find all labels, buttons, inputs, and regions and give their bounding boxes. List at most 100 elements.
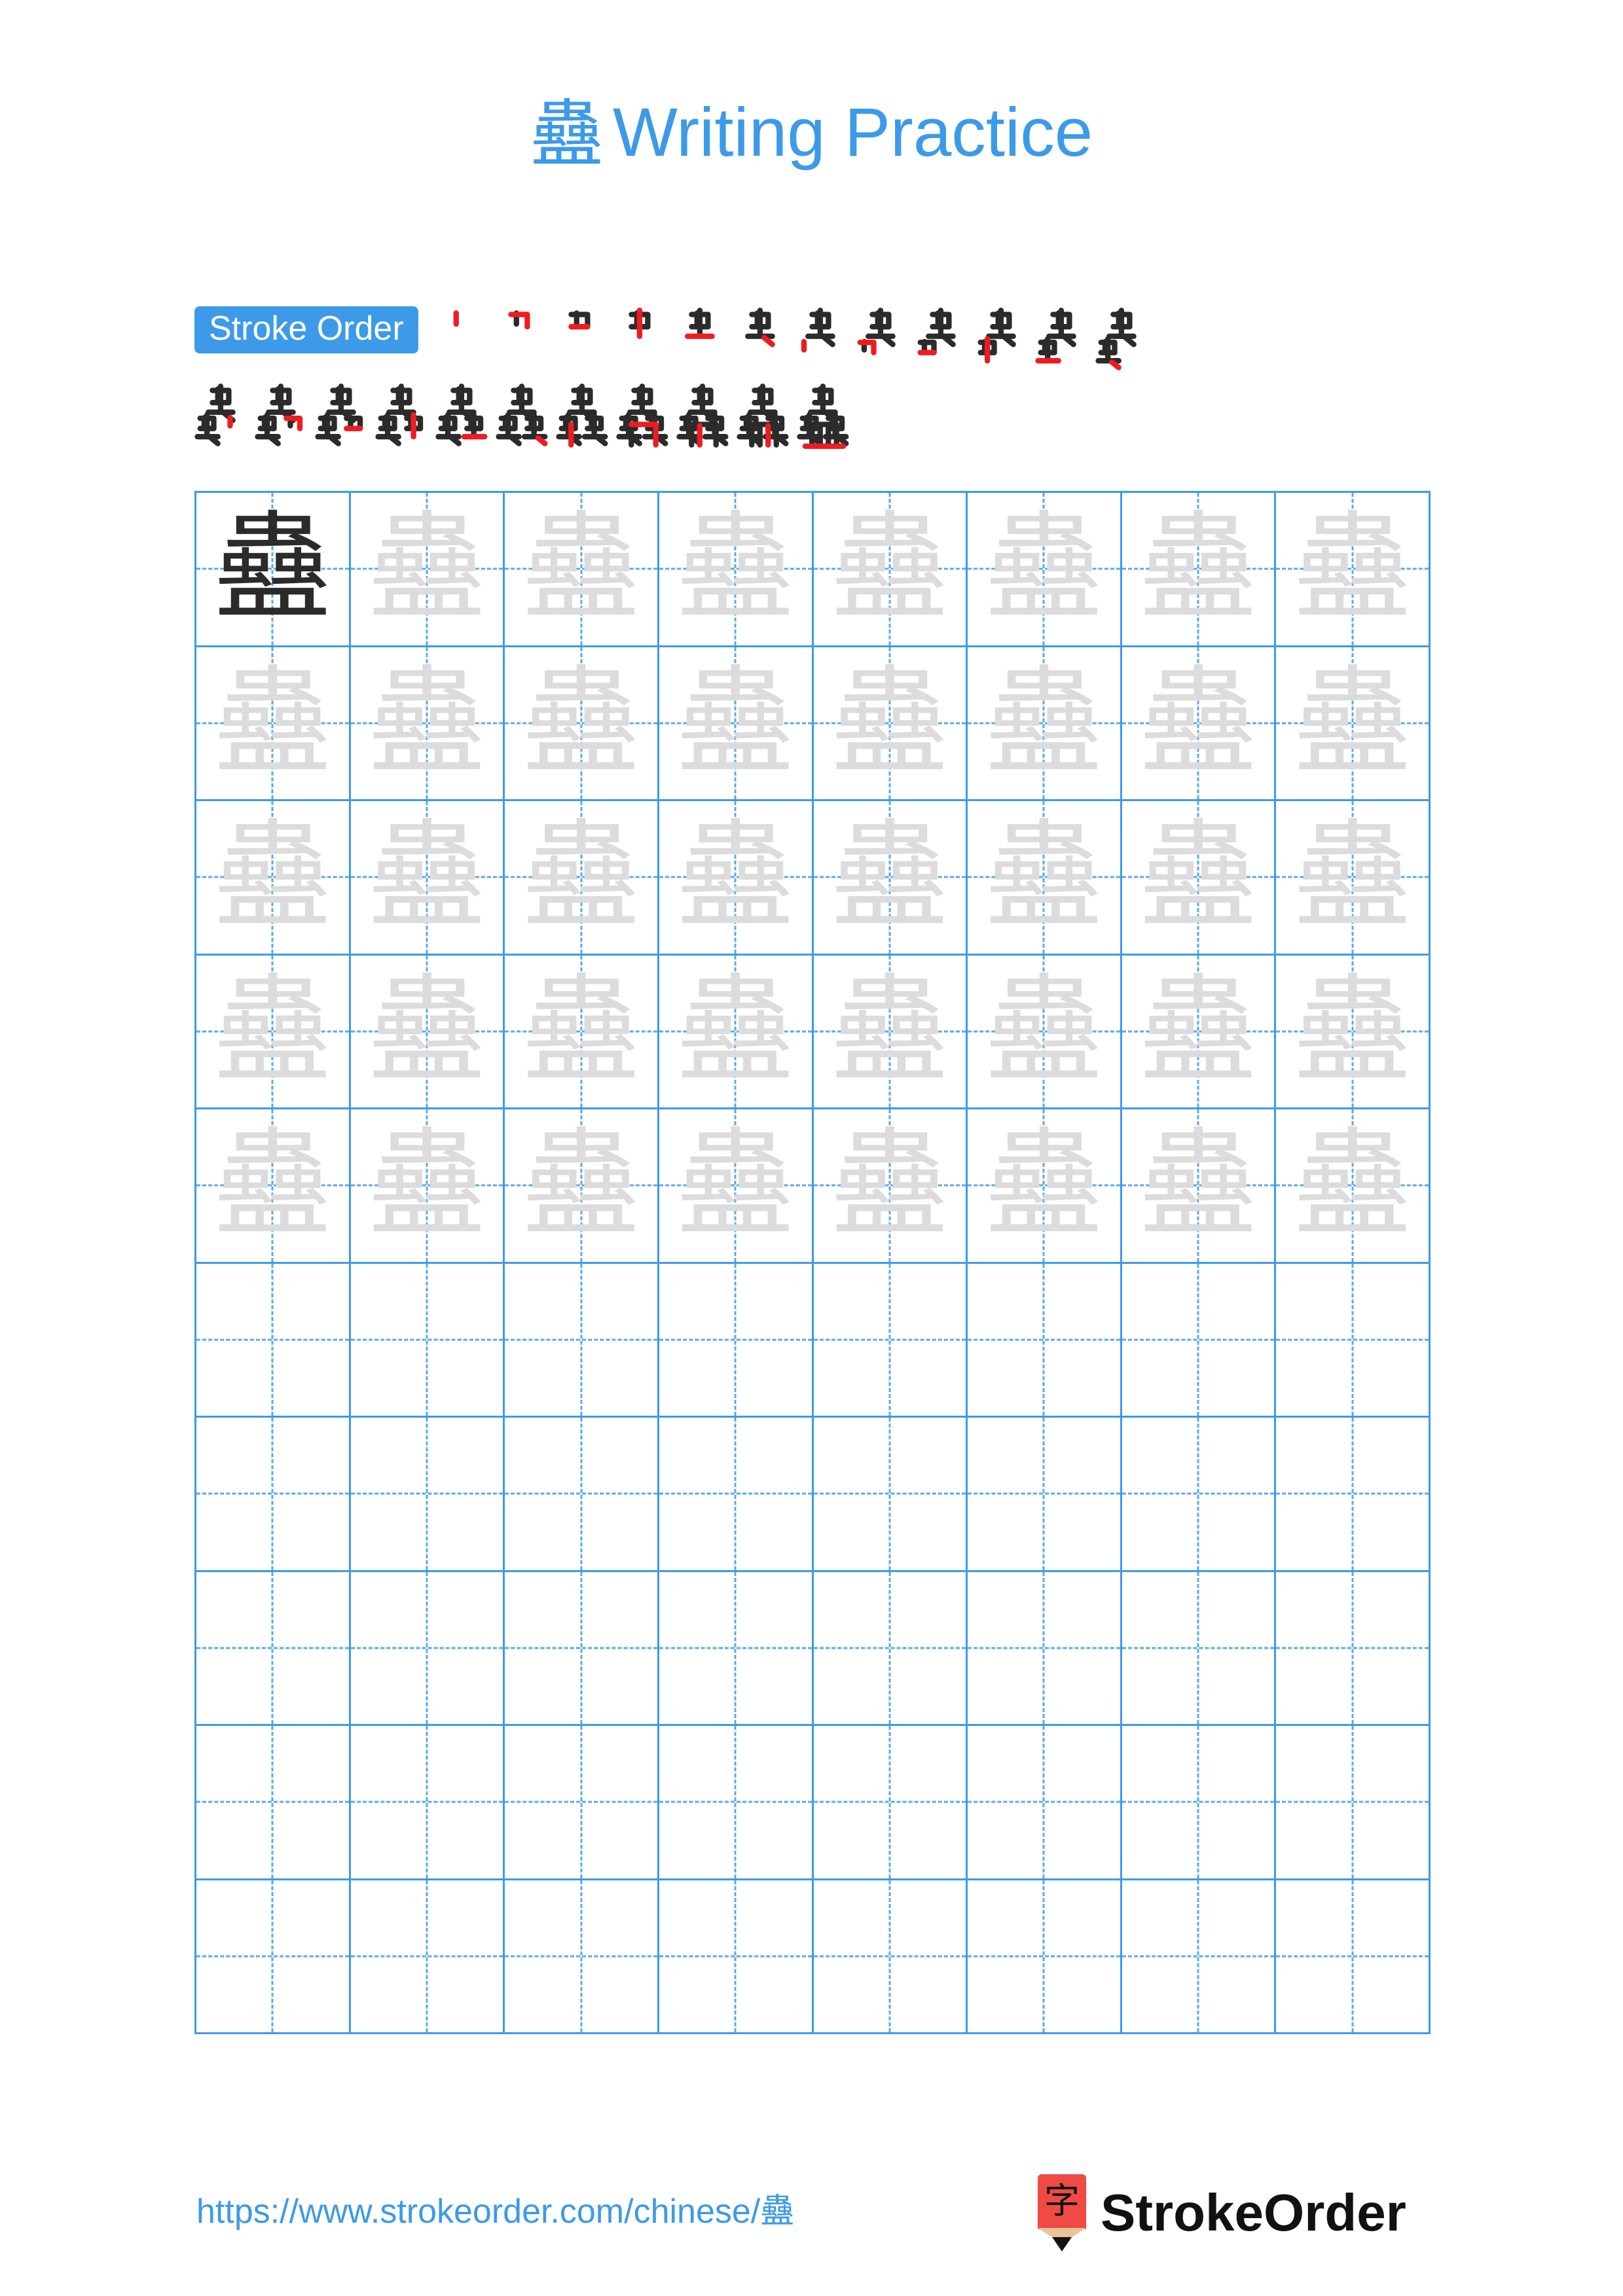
practice-cell-character [1122, 1264, 1275, 1416]
practice-cell-r1-c7[interactable]: 蠱 [1122, 493, 1277, 647]
practice-cell-r7-c5[interactable] [813, 1418, 968, 1572]
practice-cell-r7-c8[interactable] [1276, 1418, 1431, 1572]
practice-cell-r5-c8[interactable]: 蠱 [1276, 1109, 1431, 1264]
source-url-link[interactable]: https://www.strokeorder.com/chinese/蠱 [196, 2183, 794, 2233]
practice-cell-r7-c2[interactable] [350, 1418, 505, 1572]
practice-cell-r5-c7[interactable]: 蠱 [1122, 1109, 1277, 1264]
practice-cell-r1-c5[interactable]: 蠱 [813, 493, 968, 647]
practice-cell-r4-c6[interactable]: 蠱 [968, 955, 1122, 1109]
practice-cell-r9-c2[interactable] [350, 1726, 505, 1880]
practice-cell-r10-c5[interactable] [813, 1880, 968, 2034]
practice-cell-r8-c2[interactable] [350, 1571, 505, 1726]
practice-cell-r6-c1[interactable] [196, 1263, 351, 1418]
practice-cell-r8-c7[interactable] [1122, 1571, 1277, 1726]
practice-cell-r5-c2[interactable]: 蠱 [350, 1109, 505, 1264]
practice-cell-r1-c4[interactable]: 蠱 [659, 493, 814, 647]
practice-cell-r1-c1[interactable]: 蠱 [196, 493, 351, 647]
practice-cell-character [814, 1418, 966, 1570]
practice-cell-r4-c7[interactable]: 蠱 [1122, 955, 1277, 1109]
practice-cell-r3-c3[interactable]: 蠱 [505, 801, 659, 956]
practice-cell-r3-c6[interactable]: 蠱 [968, 801, 1122, 956]
practice-cell-character [968, 1418, 1120, 1570]
practice-cell-r3-c5[interactable]: 蠱 [813, 801, 968, 956]
practice-cell-r6-c5[interactable] [813, 1263, 968, 1418]
practice-cell-r6-c4[interactable] [659, 1263, 814, 1418]
practice-cell-r2-c3[interactable]: 蠱 [505, 647, 659, 801]
practice-cell-r1-c6[interactable]: 蠱 [968, 493, 1122, 647]
practice-cell-r10-c8[interactable] [1276, 1880, 1431, 2034]
brand-name: StrokeOrder [1101, 2183, 1406, 2242]
practice-cell-r7-c3[interactable] [505, 1418, 659, 1572]
practice-cell-r5-c5[interactable]: 蠱 [813, 1109, 968, 1264]
practice-cell-r9-c1[interactable] [196, 1726, 351, 1880]
practice-cell-character [1122, 1418, 1275, 1570]
practice-cell-r9-c6[interactable] [968, 1726, 1122, 1880]
practice-cell-r2-c7[interactable]: 蠱 [1122, 647, 1277, 801]
practice-cell-r10-c7[interactable] [1122, 1880, 1277, 2034]
practice-cell-r6-c7[interactable] [1122, 1263, 1277, 1418]
practice-cell-r4-c5[interactable]: 蠱 [813, 955, 968, 1109]
practice-cell-r1-c8[interactable]: 蠱 [1276, 493, 1431, 647]
practice-cell-r9-c4[interactable] [659, 1726, 814, 1880]
stroke-step-17 [435, 382, 490, 450]
practice-cell-r7-c4[interactable] [659, 1418, 814, 1572]
practice-cell-r8-c3[interactable] [505, 1571, 659, 1726]
practice-cell-r2-c2[interactable]: 蠱 [350, 647, 505, 801]
practice-cell-r4-c1[interactable]: 蠱 [196, 955, 351, 1109]
practice-cell-r10-c1[interactable] [196, 1880, 351, 2034]
practice-cell-r3-c2[interactable]: 蠱 [350, 801, 505, 956]
page-footer: https://www.strokeorder.com/chinese/蠱 字 … [0, 2174, 1623, 2258]
practice-cell-r8-c8[interactable] [1276, 1571, 1431, 1726]
practice-cell-r9-c5[interactable] [813, 1726, 968, 1880]
practice-cell-r7-c7[interactable] [1122, 1418, 1277, 1572]
practice-cell-r6-c2[interactable] [350, 1263, 505, 1418]
practice-cell-r3-c4[interactable]: 蠱 [659, 801, 814, 956]
practice-cell-r3-c1[interactable]: 蠱 [196, 801, 351, 956]
practice-cell-r4-c2[interactable]: 蠱 [350, 955, 505, 1109]
stroke-step-5 [674, 306, 729, 374]
pencil-icon-character: 字 [1044, 2180, 1080, 2221]
practice-cell-character: 蠱 [830, 500, 949, 637]
practice-cell-r5-c1[interactable]: 蠱 [196, 1109, 351, 1264]
practice-cell-r4-c3[interactable]: 蠱 [505, 955, 659, 1109]
practice-cell-r2-c4[interactable]: 蠱 [659, 647, 814, 801]
practice-cell-r6-c8[interactable] [1276, 1263, 1431, 1418]
practice-cell-r7-c1[interactable] [196, 1418, 351, 1572]
practice-cell-r2-c6[interactable]: 蠱 [968, 647, 1122, 801]
practice-cell-character: 蠱 [213, 654, 332, 791]
stroke-step-18 [496, 382, 551, 450]
practice-cell-r10-c2[interactable] [350, 1880, 505, 2034]
practice-cell-r5-c6[interactable]: 蠱 [968, 1109, 1122, 1264]
practice-cell-character [659, 1726, 812, 1878]
practice-cell-character [814, 1572, 966, 1725]
practice-cell-r2-c8[interactable]: 蠱 [1276, 647, 1431, 801]
practice-cell-r4-c4[interactable]: 蠱 [659, 955, 814, 1109]
practice-cell-r5-c3[interactable]: 蠱 [505, 1109, 659, 1264]
practice-cell-character [351, 1418, 503, 1570]
practice-cell-character [814, 1880, 966, 2033]
practice-cell-r3-c8[interactable]: 蠱 [1276, 801, 1431, 956]
practice-cell-r4-c8[interactable]: 蠱 [1276, 955, 1431, 1109]
practice-cell-r5-c4[interactable]: 蠱 [659, 1109, 814, 1264]
practice-grid: 蠱蠱蠱蠱蠱蠱蠱蠱蠱蠱蠱蠱蠱蠱蠱蠱蠱蠱蠱蠱蠱蠱蠱蠱蠱蠱蠱蠱蠱蠱蠱蠱蠱蠱蠱蠱蠱蠱蠱蠱 [194, 491, 1431, 2034]
practice-cell-r10-c3[interactable] [505, 1880, 659, 2034]
practice-cell-r8-c4[interactable] [659, 1571, 814, 1726]
practice-cell-r10-c6[interactable] [968, 1880, 1122, 2034]
practice-cell-r9-c7[interactable] [1122, 1726, 1277, 1880]
practice-cell-r2-c5[interactable]: 蠱 [813, 647, 968, 801]
practice-cell-character [196, 1264, 349, 1416]
practice-cell-r9-c3[interactable] [505, 1726, 659, 1880]
practice-cell-r8-c6[interactable] [968, 1571, 1122, 1726]
practice-cell-r6-c6[interactable] [968, 1263, 1122, 1418]
practice-cell-r3-c7[interactable]: 蠱 [1122, 801, 1277, 956]
practice-cell-r10-c4[interactable] [659, 1880, 814, 2034]
practice-cell-r8-c1[interactable] [196, 1571, 351, 1726]
practice-cell-r6-c3[interactable] [505, 1263, 659, 1418]
practice-cell-r1-c3[interactable]: 蠱 [505, 493, 659, 647]
practice-cell-r1-c2[interactable]: 蠱 [350, 493, 505, 647]
practice-cell-character [196, 1418, 349, 1570]
practice-cell-r9-c8[interactable] [1276, 1726, 1431, 1880]
practice-cell-r8-c5[interactable] [813, 1571, 968, 1726]
practice-cell-r7-c6[interactable] [968, 1418, 1122, 1572]
practice-cell-r2-c1[interactable]: 蠱 [196, 647, 351, 801]
